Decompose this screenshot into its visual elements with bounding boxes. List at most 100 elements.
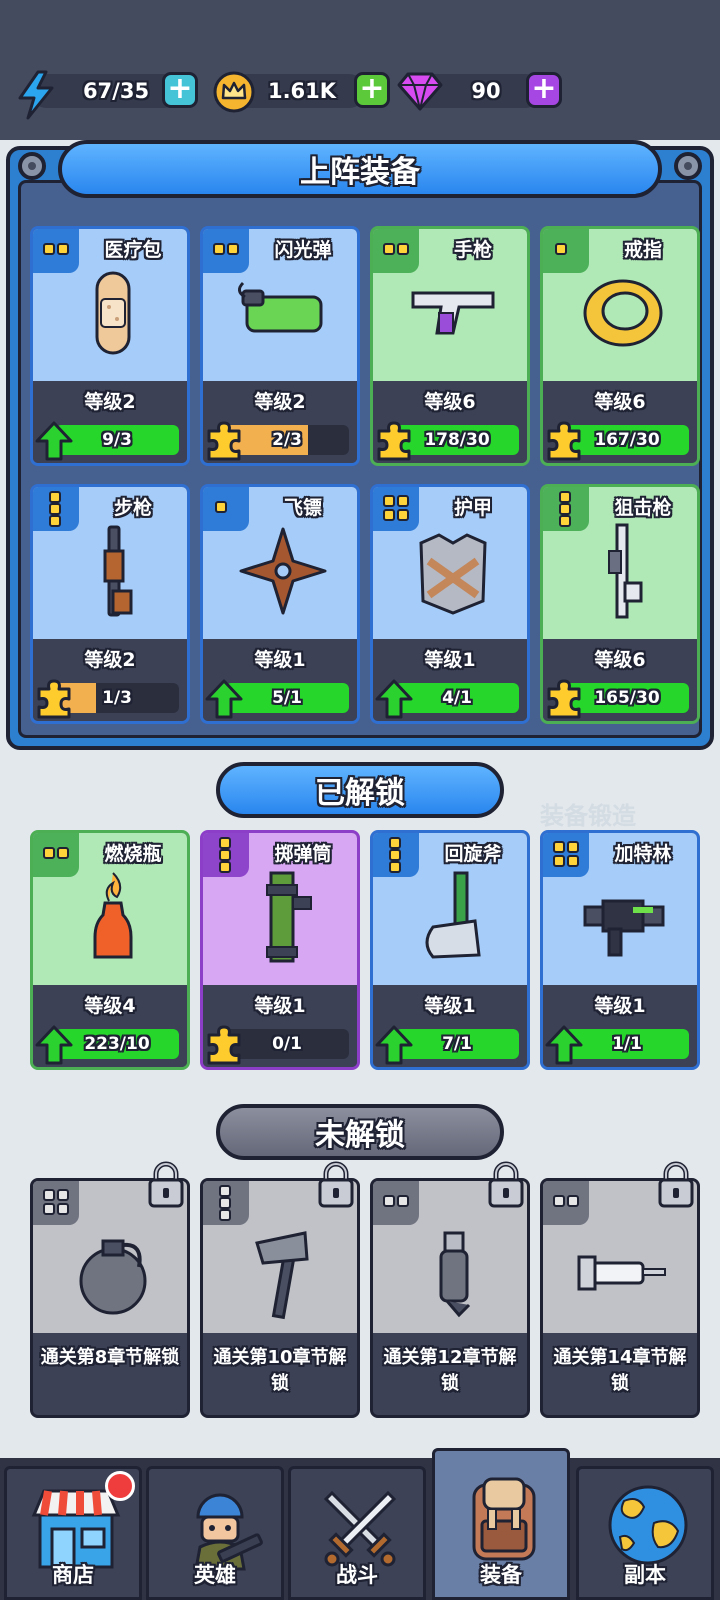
padlock-icon [318, 1161, 354, 1208]
card-stats: 等级1 7/1 [373, 985, 527, 1067]
rarity-pip [219, 849, 231, 861]
nav-shop-label: 商店 [52, 1563, 94, 1587]
axe-icon [425, 871, 481, 959]
rarity-pip [397, 495, 409, 507]
syringe-icon [577, 1255, 666, 1291]
progress-text: 4/1 [442, 688, 472, 708]
item-name: 飞镖 [283, 497, 322, 519]
rarity-tag [33, 1181, 79, 1225]
equip-card-rifle[interactable]: 步枪 等级2 1/3 [30, 484, 190, 724]
progress-text: 1/1 [612, 1034, 642, 1054]
add-energy-button[interactable]: + [162, 72, 198, 108]
progress-text: 178/30 [424, 430, 490, 450]
puzzle-fragment-icon [547, 679, 581, 719]
unlocked-card-gatling[interactable]: 加特林等级1 1/1 [540, 830, 700, 1070]
item-name: 掷弹筒 [274, 843, 332, 865]
grenade-icon [79, 1239, 147, 1315]
progress-text: 9/3 [102, 430, 132, 450]
item-level: 等级2 [84, 391, 136, 413]
rarity-pip [219, 861, 231, 873]
card-art-area: 加特林 [543, 833, 697, 985]
card-art-area: 步枪 [33, 487, 187, 639]
backpack-icon [472, 1477, 536, 1561]
item-name: 燃烧瓶 [104, 843, 162, 865]
progress-text: 1/3 [102, 688, 132, 708]
shuriken-icon [239, 527, 327, 615]
locked-card-grenade[interactable]: 通关第8章节解锁 [30, 1178, 190, 1418]
equip-card-pistol[interactable]: 手枪等级6 178/30 [370, 226, 530, 466]
unlocked-title: 已解锁 [315, 776, 405, 811]
upgrade-arrow-icon [545, 1025, 583, 1065]
progress-bar: 167/30 [565, 425, 689, 455]
rarity-pip [219, 1185, 231, 1197]
equip-card-sniper[interactable]: 狙击枪 等级6 165/30 [540, 484, 700, 724]
rarity-pip [389, 849, 401, 861]
nav-equipment[interactable]: 装备 [432, 1448, 570, 1600]
item-level: 等级1 [424, 995, 476, 1017]
add-coins-button[interactable]: + [354, 72, 390, 108]
item-level: 等级1 [594, 995, 646, 1017]
progress-bar: 9/3 [55, 425, 179, 455]
lightning-icon [18, 70, 54, 120]
card-art-area: 回旋斧 [373, 833, 527, 985]
progress-bar: 223/10 [55, 1029, 179, 1059]
locked-title: 未解锁 [315, 1118, 405, 1153]
equip-card-shuriken[interactable]: 飞镖等级1 5/1 [200, 484, 360, 724]
card-art-area: 医疗包 [33, 229, 187, 381]
rarity-pip [389, 837, 401, 849]
locked-card-syringe[interactable]: 通关第14章节解锁 [540, 1178, 700, 1418]
nav-dungeon[interactable]: 副本 [576, 1466, 714, 1600]
card-stats: 等级1 5/1 [203, 639, 357, 721]
unlock-condition: 通关第10章节解锁 [213, 1347, 347, 1394]
card-stats: 等级6 165/30 [543, 639, 697, 721]
progress-text: 5/1 [272, 688, 302, 708]
nav-shop[interactable]: 商店 [4, 1466, 142, 1600]
nav-heroes[interactable]: 英雄 [146, 1466, 284, 1600]
rarity-pip [43, 1203, 55, 1215]
equip-card-flashbang[interactable]: 闪光弹等级2 2/3 [200, 226, 360, 466]
nav-battle[interactable]: 战斗 [288, 1466, 426, 1600]
rarity-pip [43, 847, 55, 859]
progress-text: 223/10 [84, 1034, 150, 1054]
bottom-nav: 商店 英雄 战斗 装备 副本 [0, 1448, 720, 1600]
molotov-icon [93, 872, 133, 959]
equip-card-ring[interactable]: 戒指 等级6 167/30 [540, 226, 700, 466]
progress-bar: 1/1 [565, 1029, 689, 1059]
rarity-tag [543, 1181, 589, 1225]
unlock-condition: 通关第12章节解锁 [383, 1347, 517, 1394]
rarity-pip [43, 1189, 55, 1201]
nav-dungeon-label: 副本 [624, 1563, 666, 1587]
equip-card-medkit[interactable]: 医疗包等级2 9/3 [30, 226, 190, 466]
nav-battle-label: 战斗 [336, 1563, 378, 1587]
item-level: 等级6 [424, 391, 476, 413]
progress-bar: 0/1 [225, 1029, 349, 1059]
rarity-pip [57, 1203, 69, 1215]
add-gems-button[interactable]: + [526, 72, 562, 108]
rarity-pip [567, 1195, 579, 1207]
unlock-condition: 通关第14章节解锁 [553, 1347, 687, 1394]
progress-bar: 5/1 [225, 683, 349, 713]
progress-bar: 7/1 [395, 1029, 519, 1059]
item-level: 等级4 [84, 995, 136, 1017]
item-level: 等级2 [254, 391, 306, 413]
resource-bar: 67/35 + 1.61K + 90 + [0, 0, 720, 140]
card-art-area: 闪光弹 [203, 229, 357, 381]
equip-card-armor[interactable]: 护甲 等级1 4/1 [370, 484, 530, 724]
unlocked-card-grenade-launcher[interactable]: 掷弹筒 等级1 0/1 [200, 830, 360, 1070]
card-art-area: 手枪 [373, 229, 527, 381]
puzzle-fragment-icon [37, 679, 71, 719]
rarity-pip [227, 243, 239, 255]
card-stats: 等级2 9/3 [33, 381, 187, 463]
locked-card-fire-extinguisher[interactable]: 通关第12章节解锁 [370, 1178, 530, 1418]
rarity-pip [389, 861, 401, 873]
locked-card-hatchet[interactable]: 通关第10章节解锁 [200, 1178, 360, 1418]
rarity-pip [219, 1209, 231, 1221]
card-art-area: 狙击枪 [543, 487, 697, 639]
sniper-icon [608, 523, 643, 619]
unlocked-card-molotov[interactable]: 燃烧瓶等级4 223/10 [30, 830, 190, 1070]
energy-value: 67/35 [82, 79, 150, 103]
unlocked-card-boomerang-axe[interactable]: 回旋斧等级1 7/1 [370, 830, 530, 1070]
puzzle-fragment-icon [207, 421, 241, 461]
progress-bar: 2/3 [225, 425, 349, 455]
rarity-pip [567, 841, 579, 853]
